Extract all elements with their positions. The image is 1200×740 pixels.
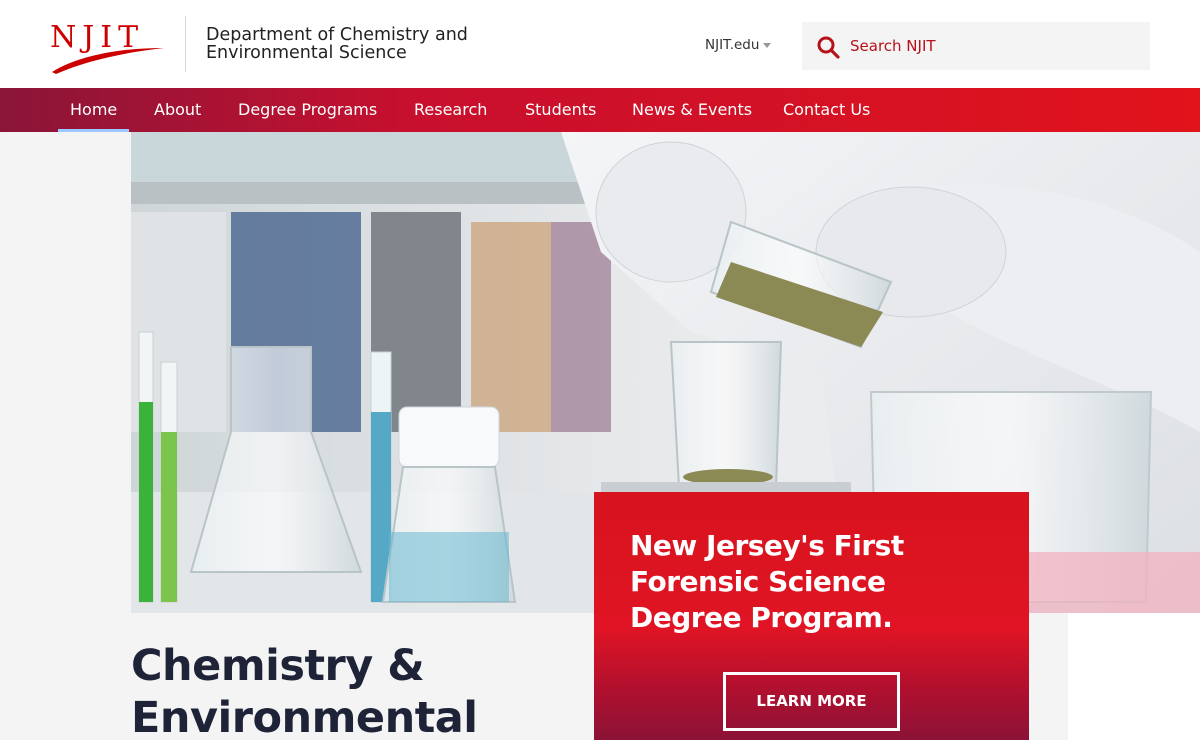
promo-card: New Jersey's First Forensic Science Degr… — [594, 492, 1029, 740]
site-header: NJIT Department of Chemistry and Environ… — [0, 0, 1200, 88]
nav-students[interactable]: Students — [525, 88, 596, 132]
njit-edu-label: NJIT.edu — [705, 37, 760, 53]
learn-more-button[interactable]: LEARN MORE — [723, 672, 900, 731]
search-box[interactable] — [802, 22, 1150, 70]
search-icon[interactable] — [816, 35, 840, 59]
njit-logo[interactable]: NJIT — [48, 18, 168, 78]
department-title[interactable]: Department of Chemistry and Environmenta… — [206, 26, 496, 62]
nav-contact-us[interactable]: Contact Us — [783, 88, 870, 132]
search-input[interactable] — [850, 22, 1140, 70]
caret-down-icon — [763, 42, 772, 48]
promo-title: New Jersey's First Forensic Science Degr… — [630, 529, 904, 634]
logo-swoosh-icon — [52, 48, 164, 74]
nav-news-events[interactable]: News & Events — [632, 88, 752, 132]
nav-degree-programs[interactable]: Degree Programs — [238, 88, 377, 132]
page-title: Chemistry & Environmental — [131, 641, 478, 740]
njit-edu-dropdown[interactable]: NJIT.edu — [705, 37, 772, 53]
nav-home[interactable]: Home — [57, 88, 130, 132]
logo-divider — [185, 16, 186, 72]
main-nav: Home About Degree Programs Research Stud… — [0, 88, 1200, 132]
nav-about[interactable]: About — [154, 88, 201, 132]
nav-research[interactable]: Research — [414, 88, 487, 132]
